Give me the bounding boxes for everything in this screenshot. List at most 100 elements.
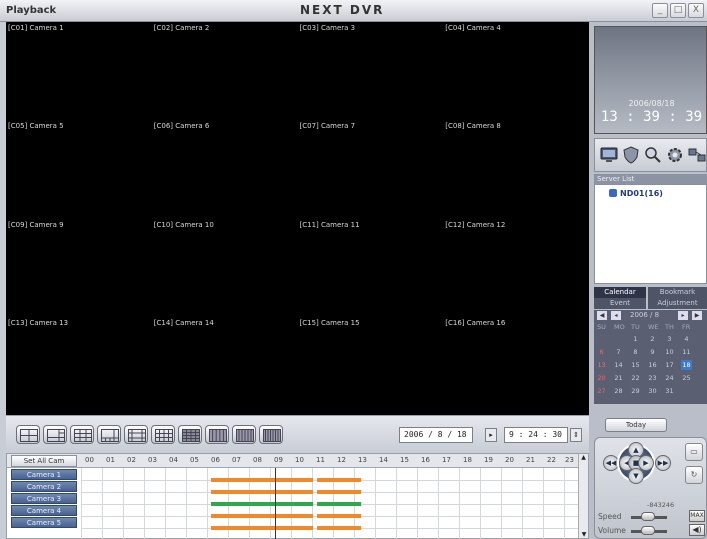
time-input[interactable]: 9 : 24 : 30	[504, 427, 568, 443]
camera-tile[interactable]: [C08] Camera 8	[443, 120, 589, 218]
calendar-day[interactable]: 24	[664, 373, 675, 383]
recording-bar[interactable]	[317, 490, 361, 494]
monitor-icon[interactable]	[599, 145, 619, 165]
timeline-row-camera-4[interactable]: Camera 4	[11, 505, 77, 516]
camera-tile[interactable]: [C07] Camera 7	[298, 120, 444, 218]
recording-bar[interactable]	[317, 526, 361, 530]
calendar-day[interactable]: 13	[596, 360, 607, 370]
calendar-day-selected[interactable]: 18	[681, 360, 692, 370]
next-month-button[interactable]: ▸	[678, 311, 688, 320]
speaker-icon[interactable]: ◀)	[689, 524, 705, 536]
calendar-day[interactable]: 1	[630, 334, 641, 344]
shield-icon[interactable]	[621, 145, 641, 165]
speed-max-button[interactable]: MAX	[689, 510, 705, 522]
calendar-day[interactable]: 21	[613, 373, 624, 383]
calendar-day[interactable]: 14	[613, 360, 624, 370]
today-button[interactable]: Today	[605, 418, 667, 432]
timeline-row-camera-1[interactable]: Camera 1	[11, 469, 77, 480]
gear-icon[interactable]	[665, 145, 685, 165]
tab-bookmark[interactable]: Bookmark	[648, 287, 707, 298]
next-year-button[interactable]: ▶	[692, 311, 702, 320]
timeline-scrollbar[interactable]: ▲ ▼	[578, 454, 588, 538]
scroll-down-icon[interactable]: ▼	[579, 531, 589, 538]
camera-tile[interactable]: [C01] Camera 1	[6, 22, 152, 120]
calendar-day[interactable]: 25	[681, 373, 692, 383]
recording-bar[interactable]	[317, 478, 361, 482]
close-button[interactable]: X	[688, 3, 704, 18]
layout-3x3-button[interactable]	[70, 425, 94, 444]
timeline-row-camera-5[interactable]: Camera 5	[11, 517, 77, 528]
calendar-day[interactable]: 4	[681, 334, 692, 344]
calendar-day[interactable]: 29	[630, 386, 641, 396]
speed-slider-handle[interactable]	[641, 512, 655, 521]
camera-tile[interactable]: [C15] Camera 15	[298, 317, 444, 415]
calendar-day[interactable]: 2	[647, 334, 658, 344]
volume-slider-handle[interactable]	[641, 526, 655, 535]
layout-5x5-button[interactable]	[205, 425, 229, 444]
prev-month-button[interactable]: ◂	[611, 311, 621, 320]
camera-tile[interactable]: [C14] Camera 14	[152, 317, 298, 415]
timeline-row-camera-3[interactable]: Camera 3	[11, 493, 77, 504]
camera-tile[interactable]: [C16] Camera 16	[443, 317, 589, 415]
recording-bar[interactable]	[211, 526, 313, 530]
calendar-day[interactable]: 15	[630, 360, 641, 370]
camera-tile[interactable]: [C11] Camera 11	[298, 219, 444, 317]
calendar-day[interactable]: 10	[664, 347, 675, 357]
calendar-day[interactable]: 11	[681, 347, 692, 357]
calendar-day[interactable]: 8	[630, 347, 641, 357]
tab-calendar[interactable]: Calendar	[594, 287, 646, 298]
layout-1plus5-button[interactable]	[43, 425, 67, 444]
calendar-day[interactable]: 22	[630, 373, 641, 383]
calendar-day[interactable]: 30	[647, 386, 658, 396]
scroll-up-icon[interactable]: ▲	[579, 454, 588, 461]
layout-1plus9-button[interactable]	[124, 425, 148, 444]
camera-tile[interactable]: [C09] Camera 9	[6, 219, 152, 317]
fast-forward-button[interactable]: ▶▶	[655, 455, 671, 471]
recording-bar[interactable]	[211, 514, 313, 518]
event-bar[interactable]	[211, 502, 313, 506]
event-bar[interactable]	[317, 502, 361, 506]
layout-4x4-button[interactable]	[178, 425, 202, 444]
server-node[interactable]: ND01(16)	[609, 189, 663, 198]
layout-1x1-button[interactable]	[16, 425, 40, 444]
network-icon[interactable]	[687, 145, 707, 165]
recording-bar[interactable]	[317, 514, 361, 518]
camera-tile[interactable]: [C13] Camera 13	[6, 317, 152, 415]
calendar-day[interactable]: 9	[647, 347, 658, 357]
step-forward-button[interactable]: ▼	[628, 468, 644, 484]
camera-tile[interactable]: [C03] Camera 3	[298, 22, 444, 120]
camera-tile[interactable]: [C04] Camera 4	[443, 22, 589, 120]
search-icon[interactable]	[643, 145, 663, 165]
set-all-cam-button[interactable]: Set All Cam	[11, 455, 77, 467]
date-input[interactable]: 2006 / 8 / 18	[399, 427, 473, 443]
calendar-day[interactable]: 17	[664, 360, 675, 370]
date-dropdown-button[interactable]: ▸	[485, 428, 497, 442]
camera-tile[interactable]: [C10] Camera 10	[152, 219, 298, 317]
snapshot-button[interactable]: ▭	[685, 443, 703, 461]
minimize-button[interactable]: _	[652, 3, 668, 18]
layout-7x7-button[interactable]	[259, 425, 283, 444]
tab-adjustment[interactable]: Adjustment	[648, 298, 707, 309]
tab-event[interactable]: Event	[594, 298, 646, 309]
calendar-day[interactable]: 3	[664, 334, 675, 344]
camera-tile[interactable]: [C02] Camera 2	[152, 22, 298, 120]
layout-1plus7-button[interactable]	[97, 425, 121, 444]
layout-4x3-button[interactable]	[151, 425, 175, 444]
camera-tile[interactable]: [C06] Camera 6	[152, 120, 298, 218]
calendar-day[interactable]: 27	[596, 386, 607, 396]
calendar-day[interactable]: 6	[596, 347, 607, 357]
recording-bar[interactable]	[211, 490, 313, 494]
calendar-day[interactable]: 16	[647, 360, 658, 370]
time-spinner[interactable]: ⇕	[570, 428, 582, 442]
layout-6x6-button[interactable]	[232, 425, 256, 444]
timeline-row-camera-2[interactable]: Camera 2	[11, 481, 77, 492]
camera-tile[interactable]: [C05] Camera 5	[6, 120, 152, 218]
maximize-button[interactable]: □	[670, 3, 686, 18]
calendar-day[interactable]: 20	[596, 373, 607, 383]
calendar-day[interactable]: 23	[647, 373, 658, 383]
camera-tile[interactable]: [C12] Camera 12	[443, 219, 589, 317]
prev-year-button[interactable]: ◀	[597, 311, 607, 320]
recording-bar[interactable]	[211, 478, 313, 482]
calendar-day[interactable]: 28	[613, 386, 624, 396]
playback-cursor[interactable]	[275, 468, 276, 539]
